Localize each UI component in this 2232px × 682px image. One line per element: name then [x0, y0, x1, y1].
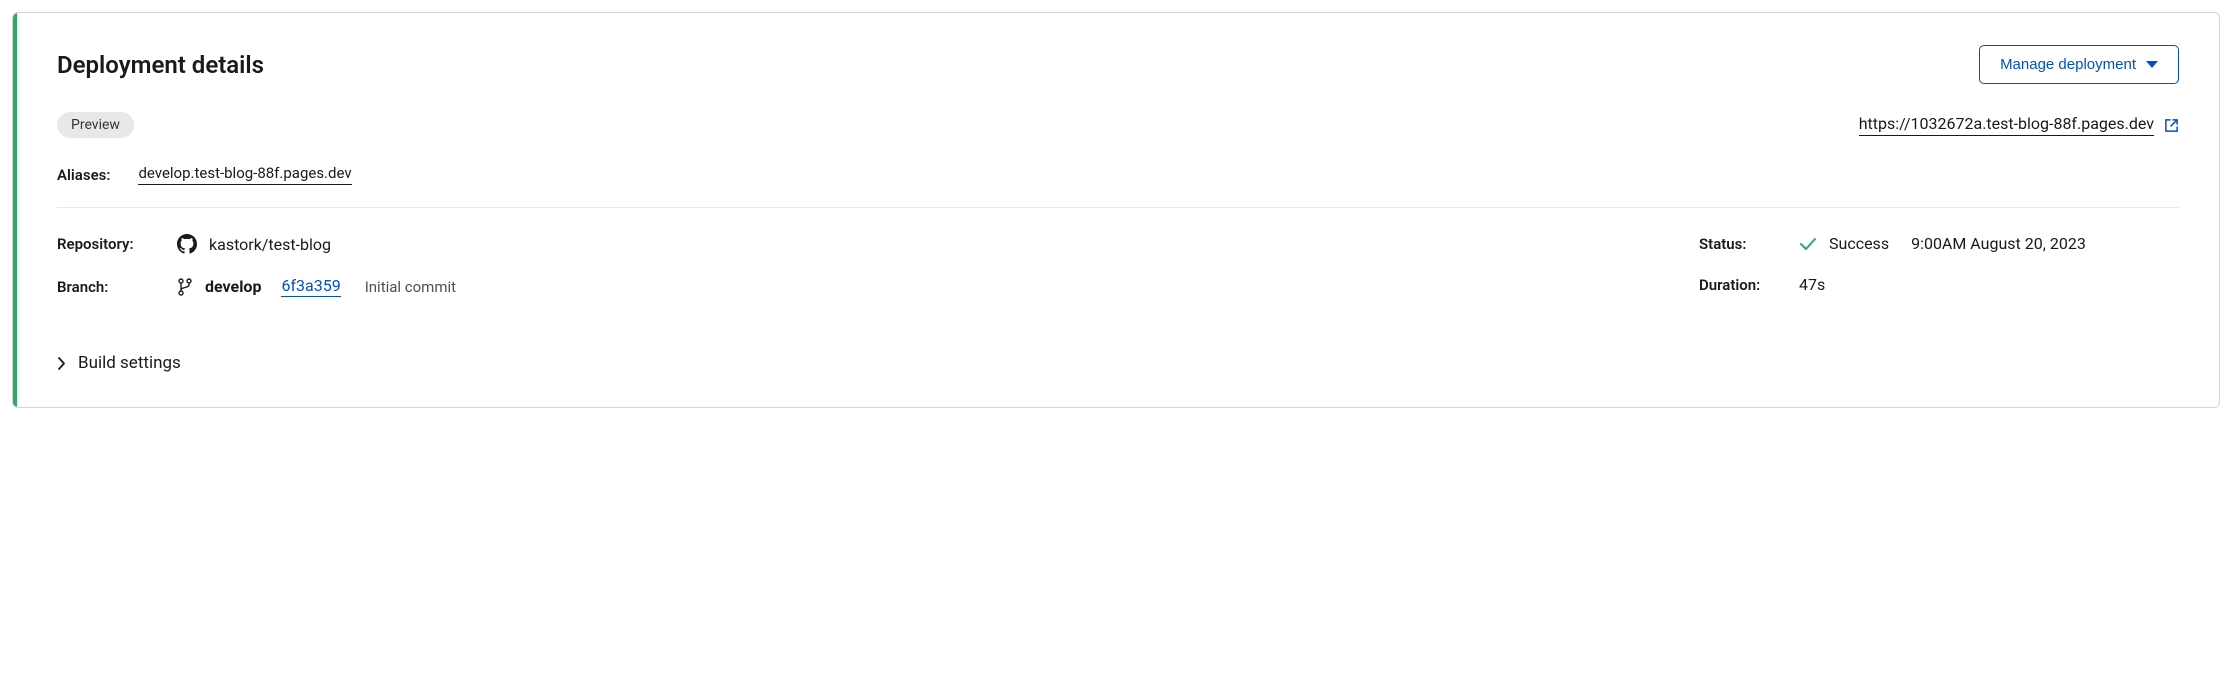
build-settings-toggle[interactable]: Build settings	[57, 353, 181, 373]
aliases-label: Aliases:	[57, 166, 110, 184]
header-row: Deployment details Manage deployment	[57, 45, 2179, 84]
duration-value: 47s	[1799, 275, 1825, 294]
commit-message: Initial commit	[365, 278, 456, 296]
chevron-right-icon	[57, 356, 66, 371]
deployment-url-link[interactable]: https://1032672a.test-blog-88f.pages.dev	[1859, 114, 2179, 136]
repository-value: kastork/test-blog	[177, 234, 331, 254]
check-icon	[1799, 237, 1817, 251]
repository-label: Repository:	[57, 235, 177, 253]
branch-icon	[177, 278, 193, 296]
deployment-url-text: https://1032672a.test-blog-88f.pages.dev	[1859, 114, 2154, 136]
commit-link[interactable]: 6f3a359	[281, 276, 340, 297]
build-settings-label: Build settings	[78, 353, 181, 373]
info-col-left: Repository: kastork/test-blog Branch:	[57, 234, 1639, 319]
duration-label: Duration:	[1699, 276, 1799, 294]
preview-badge: Preview	[57, 112, 134, 138]
status-row: Status: Success 9:00AM August 20, 2023	[1699, 234, 2179, 253]
external-link-icon	[2164, 118, 2179, 133]
status-label: Status:	[1699, 235, 1799, 253]
caret-down-icon	[2146, 61, 2158, 68]
branch-value: develop 6f3a359 Initial commit	[177, 276, 456, 297]
duration-row: Duration: 47s	[1699, 275, 2179, 294]
branch-label: Branch:	[57, 278, 177, 296]
branch-row: Branch: develop 6f3a359 Initial commit	[57, 276, 1639, 297]
status-value: Success 9:00AM August 20, 2023	[1799, 234, 2086, 253]
info-col-right: Status: Success 9:00AM August 20, 2023 D…	[1699, 234, 2179, 319]
alias-link[interactable]: develop.test-blog-88f.pages.dev	[138, 164, 351, 185]
repository-row: Repository: kastork/test-blog	[57, 234, 1639, 254]
page-title: Deployment details	[57, 51, 264, 79]
preview-url-row: Preview https://1032672a.test-blog-88f.p…	[57, 112, 2179, 138]
duration-text: 47s	[1799, 275, 1825, 294]
deployment-card: Deployment details Manage deployment Pre…	[12, 12, 2220, 408]
github-icon	[177, 234, 197, 254]
status-timestamp: 9:00AM August 20, 2023	[1911, 234, 2086, 253]
aliases-row: Aliases: develop.test-blog-88f.pages.dev	[57, 164, 2179, 208]
status-text: Success	[1829, 234, 1889, 253]
info-grid: Repository: kastork/test-blog Branch:	[57, 234, 2179, 319]
branch-name: develop	[205, 277, 261, 296]
manage-deployment-button[interactable]: Manage deployment	[1979, 45, 2179, 84]
manage-button-label: Manage deployment	[2000, 56, 2136, 73]
repository-name: kastork/test-blog	[209, 235, 331, 254]
